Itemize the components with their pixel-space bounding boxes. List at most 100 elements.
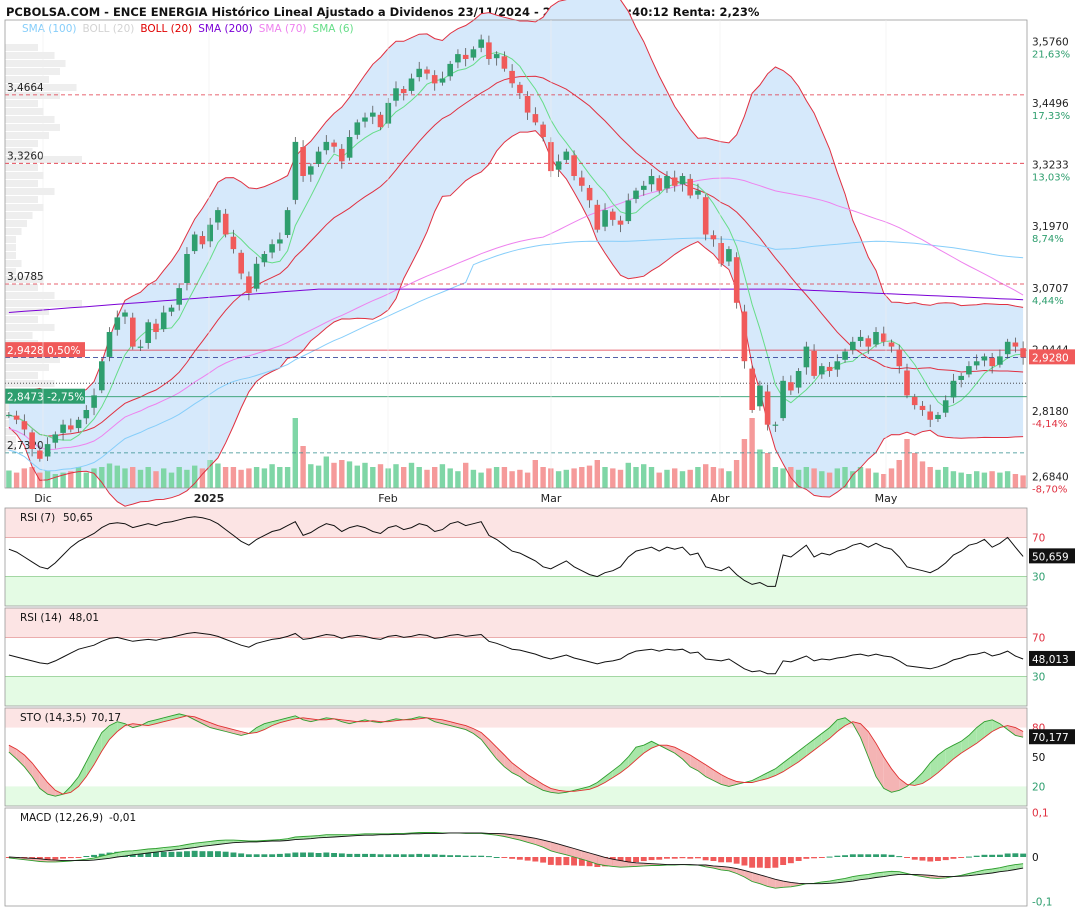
right-axis-price: 2,8180 bbox=[1032, 406, 1069, 418]
macd-histogram-bar bbox=[702, 857, 709, 861]
macd-histogram-bar bbox=[571, 857, 577, 866]
volume-bar bbox=[470, 469, 477, 488]
macd-histogram-bar bbox=[207, 851, 214, 857]
volume-bar bbox=[168, 472, 175, 488]
price-candle bbox=[981, 356, 988, 361]
macd-histogram-bar bbox=[168, 851, 175, 857]
macd-histogram-bar bbox=[431, 854, 438, 857]
volume-bar bbox=[315, 465, 322, 488]
volume-profile-bar bbox=[5, 228, 22, 235]
volume-bar bbox=[850, 471, 856, 488]
price-candle bbox=[331, 142, 337, 147]
volume-bar bbox=[532, 460, 538, 488]
volume-profile-bar bbox=[5, 372, 38, 379]
price-candle bbox=[184, 254, 190, 283]
price-candle bbox=[6, 414, 12, 417]
rsi14-value: 48,01 bbox=[69, 612, 99, 624]
volume-bar bbox=[733, 460, 740, 488]
volume-profile-bar bbox=[5, 220, 27, 227]
volume-profile-bar bbox=[5, 252, 16, 259]
price-candle bbox=[339, 148, 345, 162]
macd-histogram-bar bbox=[950, 857, 957, 859]
volume-bar bbox=[664, 469, 670, 488]
price-candle bbox=[896, 349, 903, 367]
price-candle bbox=[911, 396, 918, 406]
chart-title: PCBOLSA.COM - ENCE ENERGIA Histórico Lin… bbox=[6, 5, 760, 19]
price-candle bbox=[160, 312, 167, 330]
sto-axis-tick: 50 bbox=[1032, 752, 1045, 764]
macd-histogram-bar bbox=[191, 850, 198, 857]
volume-bar bbox=[253, 467, 260, 488]
price-candle bbox=[687, 178, 693, 196]
macd-histogram-bar bbox=[408, 854, 415, 857]
right-axis-price: 3,4496 bbox=[1032, 98, 1069, 110]
rsi7-level-70: 70 bbox=[1032, 532, 1045, 544]
volume-bar bbox=[555, 471, 562, 488]
volume-bar bbox=[710, 467, 717, 488]
price-candle bbox=[617, 220, 624, 225]
volume-profile-bar bbox=[5, 364, 49, 371]
price-candle bbox=[741, 311, 748, 362]
macd-histogram-bar bbox=[238, 853, 245, 857]
volume-bar bbox=[579, 467, 585, 488]
macd-histogram-bar bbox=[300, 852, 306, 857]
price-candle bbox=[857, 336, 864, 341]
price-candle bbox=[75, 419, 82, 429]
macd-histogram-bar bbox=[331, 853, 337, 857]
price-candle bbox=[679, 176, 686, 185]
volume-bar bbox=[238, 469, 244, 488]
sto-value: 70,17 bbox=[91, 712, 121, 724]
price-candle bbox=[850, 341, 856, 351]
macd-histogram-bar bbox=[493, 857, 500, 858]
volume-bar bbox=[323, 456, 329, 488]
macd-histogram-bar bbox=[60, 857, 66, 859]
macd-histogram-bar bbox=[756, 857, 763, 868]
macd-histogram-bar bbox=[772, 857, 779, 868]
volume-bar bbox=[300, 446, 306, 488]
price-candle bbox=[354, 122, 361, 135]
macd-histogram-bar bbox=[346, 853, 353, 857]
macd-histogram-bar bbox=[176, 851, 183, 857]
volume-bar bbox=[354, 465, 360, 488]
price-candle bbox=[625, 200, 632, 222]
price-candle bbox=[486, 42, 492, 59]
macd-histogram-bar bbox=[563, 857, 570, 866]
volume-bar bbox=[455, 471, 461, 488]
volume-bar bbox=[486, 468, 492, 488]
macd-histogram-bar bbox=[726, 857, 732, 863]
macd-histogram-bar bbox=[741, 857, 748, 866]
macd-histogram-bar bbox=[354, 853, 361, 857]
macd-axis-tick: 0 bbox=[1032, 852, 1039, 864]
volume-profile-bar bbox=[5, 140, 38, 147]
macd-histogram-bar bbox=[710, 857, 717, 861]
volume-bar bbox=[594, 460, 600, 488]
macd-histogram-bar bbox=[656, 857, 663, 860]
price-candle bbox=[478, 39, 484, 48]
volume-bar bbox=[571, 468, 577, 488]
volume-profile-bar bbox=[5, 300, 82, 307]
sto-axis-tick: 20 bbox=[1032, 781, 1045, 793]
volume-profile-bar bbox=[5, 292, 55, 299]
volume-bar bbox=[339, 460, 345, 488]
volume-bar bbox=[106, 463, 113, 488]
volume-profile-bar bbox=[5, 68, 60, 75]
volume-bar bbox=[346, 461, 353, 488]
volume-profile-bar bbox=[5, 116, 55, 123]
price-candle bbox=[137, 346, 144, 348]
macd-histogram-bar bbox=[416, 853, 423, 857]
price-candle bbox=[308, 166, 314, 175]
volume-bar bbox=[896, 460, 902, 488]
volume-bar bbox=[153, 471, 159, 488]
volume-bar bbox=[927, 467, 933, 488]
right-axis-percent: 4,44% bbox=[1032, 296, 1064, 307]
price-candle bbox=[966, 366, 972, 375]
volume-bar bbox=[586, 465, 593, 488]
volume-profile-bar bbox=[5, 172, 44, 179]
macd-histogram-bar bbox=[857, 854, 864, 857]
volume-bar bbox=[656, 472, 662, 488]
right-axis-percent: 13,03% bbox=[1032, 173, 1070, 184]
volume-bar bbox=[795, 469, 802, 488]
price-candle bbox=[594, 204, 601, 230]
price-candle bbox=[323, 141, 330, 151]
macd-histogram-bar bbox=[377, 854, 384, 857]
